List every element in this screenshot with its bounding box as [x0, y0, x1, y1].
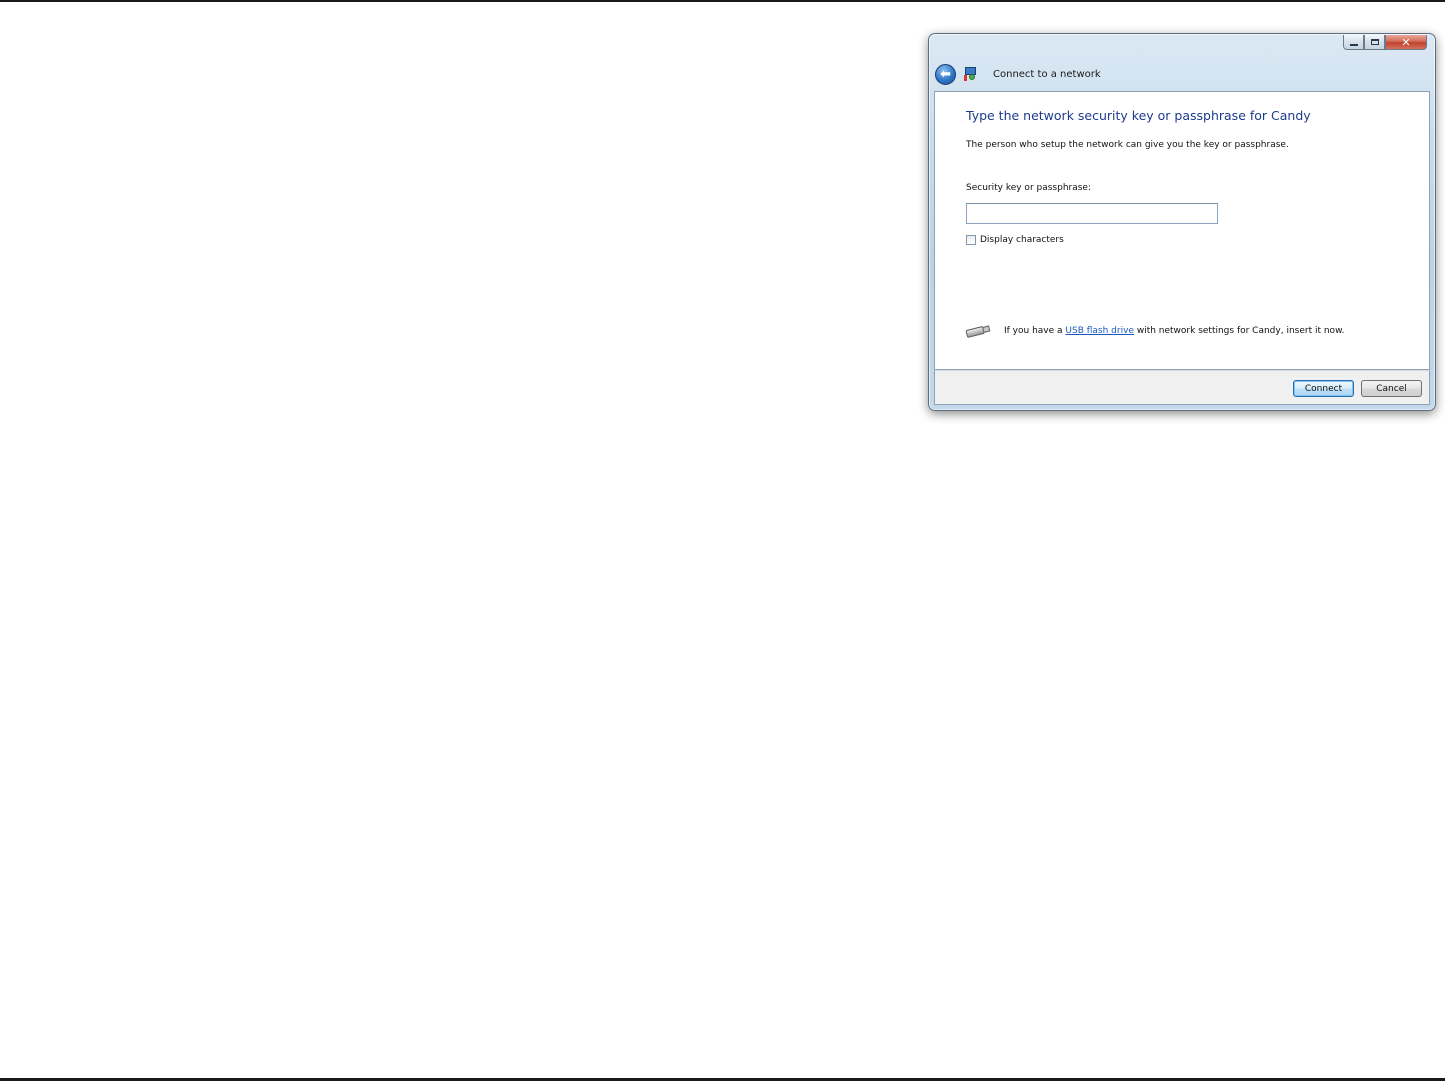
- usb-hint: If you have a USB flash drive with netwo…: [965, 322, 1344, 340]
- minimize-button[interactable]: [1343, 35, 1364, 50]
- security-key-input[interactable]: [966, 203, 1218, 224]
- usb-flash-drive-icon: [965, 322, 993, 340]
- page-heading: Type the network security key or passphr…: [966, 108, 1311, 123]
- page-top-rule: [0, 0, 1445, 2]
- network-connect-icon: [963, 66, 979, 82]
- maximize-button[interactable]: [1364, 35, 1385, 50]
- cancel-button[interactable]: Cancel: [1361, 380, 1422, 397]
- back-arrow-icon: ⬅: [940, 66, 951, 82]
- maximize-icon: [1370, 39, 1379, 45]
- display-characters-option[interactable]: Display characters: [966, 235, 1064, 245]
- dialog-content: Type the network security key or passphr…: [934, 91, 1430, 370]
- navigation-bar: ⬅ Connect to a network: [935, 63, 1415, 85]
- display-characters-checkbox[interactable]: [966, 235, 976, 245]
- dialog-footer: Connect Cancel: [934, 370, 1430, 405]
- usb-flash-drive-link[interactable]: USB flash drive: [1065, 326, 1134, 336]
- usb-hint-prefix: If you have a: [1004, 326, 1066, 336]
- instruction-text: The person who setup the network can giv…: [966, 140, 1289, 150]
- window-title: Connect to a network: [993, 68, 1101, 80]
- connect-to-network-window: ✕ ⬅ Connect to a network Type the networ…: [928, 33, 1436, 411]
- usb-hint-suffix: with network settings for Candy, insert …: [1133, 326, 1345, 336]
- display-characters-label[interactable]: Display characters: [980, 235, 1064, 245]
- close-button[interactable]: ✕: [1385, 35, 1427, 50]
- window-controls: ✕: [1343, 35, 1427, 51]
- minimize-icon: [1349, 43, 1358, 46]
- close-icon: ✕: [1401, 35, 1411, 49]
- security-key-label: Security key or passphrase:: [966, 183, 1091, 193]
- usb-hint-text: If you have a USB flash drive with netwo…: [1004, 326, 1344, 336]
- back-button[interactable]: ⬅: [935, 63, 956, 85]
- connect-button[interactable]: Connect: [1293, 380, 1354, 397]
